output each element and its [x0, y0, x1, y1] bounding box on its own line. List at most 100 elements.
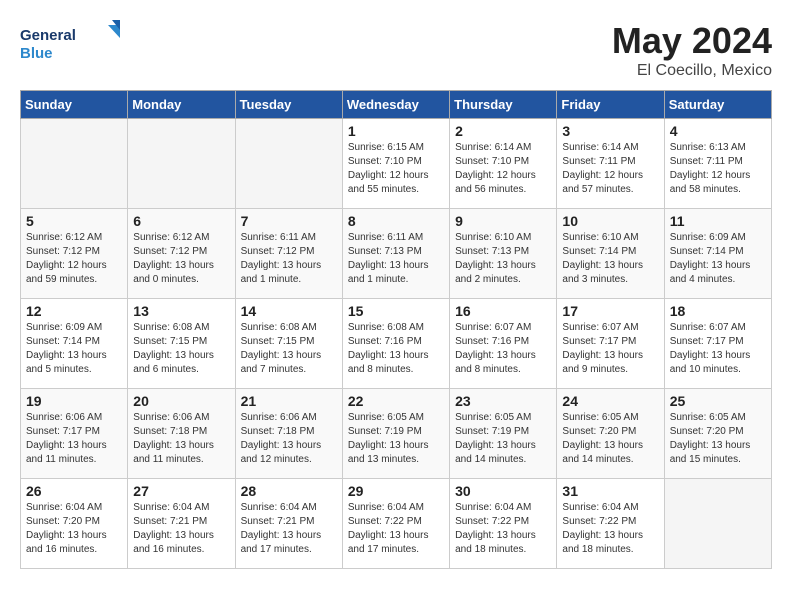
- calendar-cell: 13 Sunrise: 6:08 AMSunset: 7:15 PMDaylig…: [128, 299, 235, 389]
- day-detail: Sunrise: 6:05 AMSunset: 7:19 PMDaylight:…: [348, 411, 444, 467]
- day-detail: Sunrise: 6:08 AMSunset: 7:16 PMDaylight:…: [348, 321, 444, 377]
- day-number: 26: [26, 483, 122, 499]
- day-detail: Sunrise: 6:15 AMSunset: 7:10 PMDaylight:…: [348, 141, 444, 197]
- calendar-cell: 18 Sunrise: 6:07 AMSunset: 7:17 PMDaylig…: [664, 299, 771, 389]
- week-row-3: 12 Sunrise: 6:09 AMSunset: 7:14 PMDaylig…: [21, 299, 772, 389]
- header: General Blue May 2024 El Coecillo, Mexic…: [20, 20, 772, 80]
- week-row-5: 26 Sunrise: 6:04 AMSunset: 7:20 PMDaylig…: [21, 479, 772, 569]
- calendar-cell: 24 Sunrise: 6:05 AMSunset: 7:20 PMDaylig…: [557, 389, 664, 479]
- day-number: 13: [133, 303, 229, 319]
- day-number: 16: [455, 303, 551, 319]
- day-number: 8: [348, 213, 444, 229]
- calendar-cell: 28 Sunrise: 6:04 AMSunset: 7:21 PMDaylig…: [235, 479, 342, 569]
- day-header-friday: Friday: [557, 91, 664, 119]
- calendar-cell: 26 Sunrise: 6:04 AMSunset: 7:20 PMDaylig…: [21, 479, 128, 569]
- day-number: 19: [26, 393, 122, 409]
- svg-text:General: General: [20, 27, 76, 44]
- day-detail: Sunrise: 6:08 AMSunset: 7:15 PMDaylight:…: [241, 321, 337, 377]
- day-detail: Sunrise: 6:12 AMSunset: 7:12 PMDaylight:…: [133, 231, 229, 287]
- day-number: 20: [133, 393, 229, 409]
- day-header-tuesday: Tuesday: [235, 91, 342, 119]
- day-detail: Sunrise: 6:07 AMSunset: 7:17 PMDaylight:…: [670, 321, 766, 377]
- calendar-cell: 6 Sunrise: 6:12 AMSunset: 7:12 PMDayligh…: [128, 209, 235, 299]
- day-number: 18: [670, 303, 766, 319]
- calendar-cell: 19 Sunrise: 6:06 AMSunset: 7:17 PMDaylig…: [21, 389, 128, 479]
- day-detail: Sunrise: 6:09 AMSunset: 7:14 PMDaylight:…: [26, 321, 122, 377]
- day-detail: Sunrise: 6:07 AMSunset: 7:17 PMDaylight:…: [562, 321, 658, 377]
- day-detail: Sunrise: 6:09 AMSunset: 7:14 PMDaylight:…: [670, 231, 766, 287]
- day-number: 30: [455, 483, 551, 499]
- calendar-cell: 12 Sunrise: 6:09 AMSunset: 7:14 PMDaylig…: [21, 299, 128, 389]
- calendar-cell: 31 Sunrise: 6:04 AMSunset: 7:22 PMDaylig…: [557, 479, 664, 569]
- day-number: 9: [455, 213, 551, 229]
- day-number: 3: [562, 123, 658, 139]
- day-detail: Sunrise: 6:04 AMSunset: 7:21 PMDaylight:…: [241, 501, 337, 557]
- day-number: 11: [670, 213, 766, 229]
- title-block: May 2024 El Coecillo, Mexico: [612, 20, 772, 80]
- day-header-monday: Monday: [128, 91, 235, 119]
- header-row: SundayMondayTuesdayWednesdayThursdayFrid…: [21, 91, 772, 119]
- calendar-cell: 27 Sunrise: 6:04 AMSunset: 7:21 PMDaylig…: [128, 479, 235, 569]
- day-detail: Sunrise: 6:07 AMSunset: 7:16 PMDaylight:…: [455, 321, 551, 377]
- calendar-cell: 29 Sunrise: 6:04 AMSunset: 7:22 PMDaylig…: [342, 479, 449, 569]
- calendar-cell: 16 Sunrise: 6:07 AMSunset: 7:16 PMDaylig…: [450, 299, 557, 389]
- logo: General Blue: [20, 20, 120, 70]
- day-number: 28: [241, 483, 337, 499]
- week-row-1: 1 Sunrise: 6:15 AMSunset: 7:10 PMDayligh…: [21, 119, 772, 209]
- logo-text: General Blue: [20, 20, 120, 70]
- day-number: 17: [562, 303, 658, 319]
- calendar-cell: [664, 479, 771, 569]
- calendar-cell: 14 Sunrise: 6:08 AMSunset: 7:15 PMDaylig…: [235, 299, 342, 389]
- calendar-cell: 8 Sunrise: 6:11 AMSunset: 7:13 PMDayligh…: [342, 209, 449, 299]
- day-header-wednesday: Wednesday: [342, 91, 449, 119]
- day-number: 31: [562, 483, 658, 499]
- day-header-sunday: Sunday: [21, 91, 128, 119]
- location: El Coecillo, Mexico: [612, 62, 772, 80]
- day-number: 2: [455, 123, 551, 139]
- calendar-cell: 21 Sunrise: 6:06 AMSunset: 7:18 PMDaylig…: [235, 389, 342, 479]
- day-detail: Sunrise: 6:13 AMSunset: 7:11 PMDaylight:…: [670, 141, 766, 197]
- day-header-saturday: Saturday: [664, 91, 771, 119]
- day-detail: Sunrise: 6:06 AMSunset: 7:18 PMDaylight:…: [133, 411, 229, 467]
- day-number: 23: [455, 393, 551, 409]
- day-detail: Sunrise: 6:10 AMSunset: 7:13 PMDaylight:…: [455, 231, 551, 287]
- day-number: 24: [562, 393, 658, 409]
- day-number: 4: [670, 123, 766, 139]
- calendar-cell: 1 Sunrise: 6:15 AMSunset: 7:10 PMDayligh…: [342, 119, 449, 209]
- day-detail: Sunrise: 6:11 AMSunset: 7:13 PMDaylight:…: [348, 231, 444, 287]
- calendar-cell: 11 Sunrise: 6:09 AMSunset: 7:14 PMDaylig…: [664, 209, 771, 299]
- calendar-cell: [21, 119, 128, 209]
- day-detail: Sunrise: 6:12 AMSunset: 7:12 PMDaylight:…: [26, 231, 122, 287]
- calendar-cell: 23 Sunrise: 6:05 AMSunset: 7:19 PMDaylig…: [450, 389, 557, 479]
- day-number: 10: [562, 213, 658, 229]
- svg-text:Blue: Blue: [20, 45, 53, 62]
- day-number: 7: [241, 213, 337, 229]
- day-detail: Sunrise: 6:06 AMSunset: 7:18 PMDaylight:…: [241, 411, 337, 467]
- day-number: 29: [348, 483, 444, 499]
- day-header-thursday: Thursday: [450, 91, 557, 119]
- day-number: 21: [241, 393, 337, 409]
- day-detail: Sunrise: 6:14 AMSunset: 7:11 PMDaylight:…: [562, 141, 658, 197]
- day-number: 25: [670, 393, 766, 409]
- month-title: May 2024: [612, 20, 772, 62]
- week-row-4: 19 Sunrise: 6:06 AMSunset: 7:17 PMDaylig…: [21, 389, 772, 479]
- day-detail: Sunrise: 6:04 AMSunset: 7:21 PMDaylight:…: [133, 501, 229, 557]
- calendar-cell: 7 Sunrise: 6:11 AMSunset: 7:12 PMDayligh…: [235, 209, 342, 299]
- calendar-cell: [235, 119, 342, 209]
- day-detail: Sunrise: 6:04 AMSunset: 7:22 PMDaylight:…: [455, 501, 551, 557]
- day-detail: Sunrise: 6:04 AMSunset: 7:22 PMDaylight:…: [348, 501, 444, 557]
- day-detail: Sunrise: 6:08 AMSunset: 7:15 PMDaylight:…: [133, 321, 229, 377]
- calendar-cell: 4 Sunrise: 6:13 AMSunset: 7:11 PMDayligh…: [664, 119, 771, 209]
- calendar-cell: 22 Sunrise: 6:05 AMSunset: 7:19 PMDaylig…: [342, 389, 449, 479]
- day-detail: Sunrise: 6:06 AMSunset: 7:17 PMDaylight:…: [26, 411, 122, 467]
- calendar-cell: 5 Sunrise: 6:12 AMSunset: 7:12 PMDayligh…: [21, 209, 128, 299]
- week-row-2: 5 Sunrise: 6:12 AMSunset: 7:12 PMDayligh…: [21, 209, 772, 299]
- calendar-cell: 30 Sunrise: 6:04 AMSunset: 7:22 PMDaylig…: [450, 479, 557, 569]
- day-detail: Sunrise: 6:05 AMSunset: 7:19 PMDaylight:…: [455, 411, 551, 467]
- day-number: 27: [133, 483, 229, 499]
- day-detail: Sunrise: 6:05 AMSunset: 7:20 PMDaylight:…: [670, 411, 766, 467]
- calendar-cell: 3 Sunrise: 6:14 AMSunset: 7:11 PMDayligh…: [557, 119, 664, 209]
- calendar-cell: 15 Sunrise: 6:08 AMSunset: 7:16 PMDaylig…: [342, 299, 449, 389]
- day-number: 14: [241, 303, 337, 319]
- day-detail: Sunrise: 6:14 AMSunset: 7:10 PMDaylight:…: [455, 141, 551, 197]
